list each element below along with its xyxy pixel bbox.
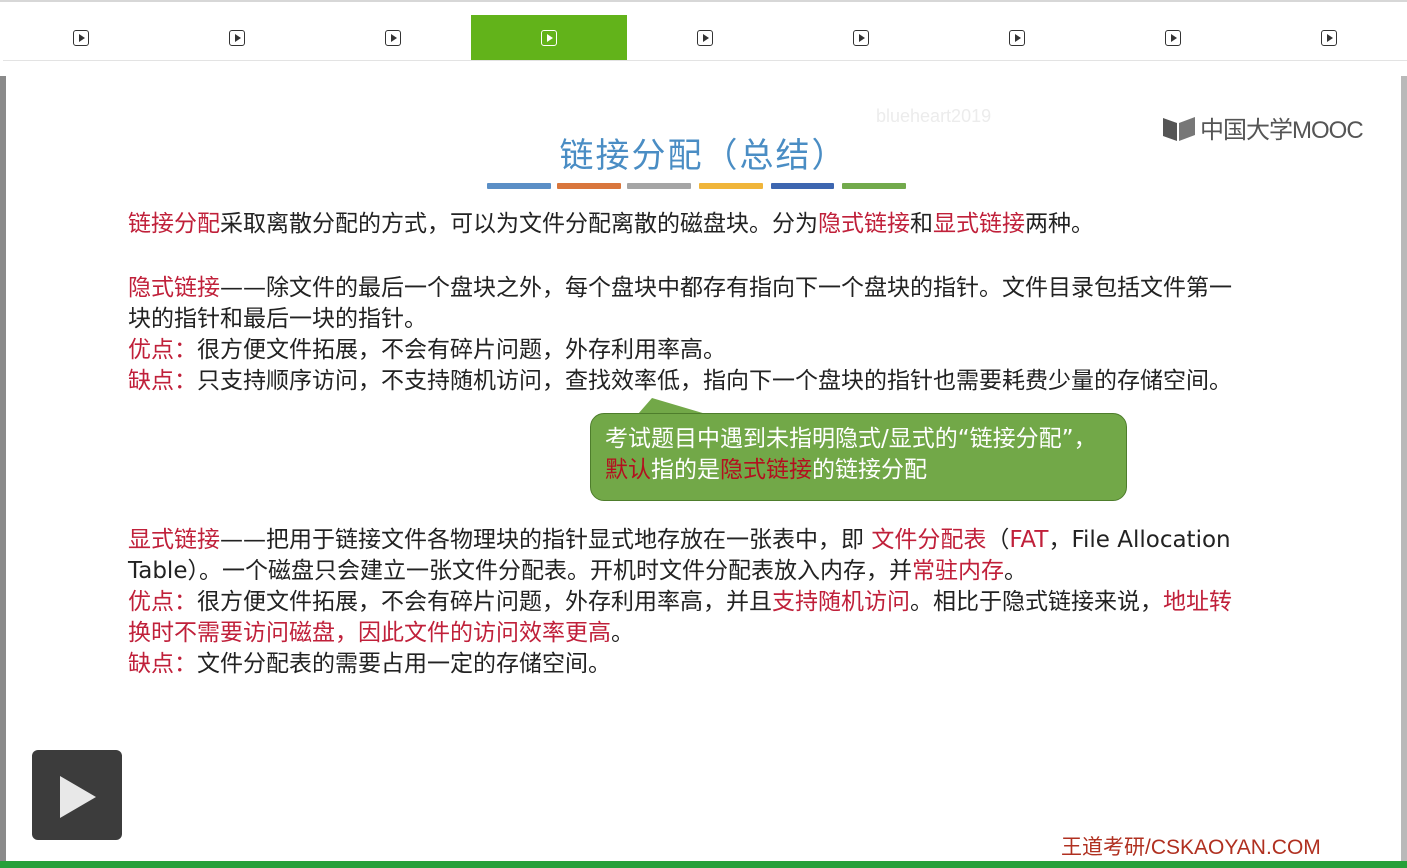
play-icon bbox=[229, 29, 245, 46]
footer-brand: 王道考研/CSKAOYAN.COM bbox=[1061, 836, 1321, 859]
play-icon bbox=[60, 776, 96, 818]
explicit-text: ——把用于链接文件各物理块的指针显式地存放在一张表中，即 bbox=[220, 527, 872, 553]
slide-title: 链接分配（总结） bbox=[559, 136, 848, 176]
pros-label: 优点： bbox=[128, 337, 197, 363]
exam-tip-callout: 考试题目中遇到未指明隐式/显式的“链接分配”， 默认指的是隐式链接的链接分配 bbox=[590, 413, 1127, 501]
term-resident-memory: 常驻内存 bbox=[911, 558, 1004, 584]
term-implicit-link: 隐式链接 bbox=[818, 211, 910, 237]
callout-text: 指的是 bbox=[651, 457, 720, 483]
pros-label: 优点： bbox=[128, 589, 197, 615]
term-fat: 文件分配表 bbox=[871, 527, 987, 553]
play-icon bbox=[1009, 29, 1025, 46]
callout-text: 考试题目中遇到未指明隐式/显式的“链接分配”， bbox=[605, 426, 1097, 452]
segment-tab-8[interactable] bbox=[1095, 15, 1251, 60]
segment-tab-6[interactable] bbox=[783, 15, 939, 60]
play-icon bbox=[853, 29, 869, 46]
intro-text: 采取离散分配的方式，可以为文件分配离散的磁盘块。分为 bbox=[220, 211, 818, 237]
play-icon bbox=[1165, 29, 1181, 46]
callout-implicit-link: 隐式链接 bbox=[720, 457, 812, 483]
video-frame-right-edge bbox=[1401, 76, 1407, 862]
segment-tab-7[interactable] bbox=[939, 15, 1095, 60]
window-top-border bbox=[0, 0, 1407, 2]
play-icon bbox=[1321, 29, 1337, 46]
term-fat-abbr: FAT bbox=[1009, 527, 1049, 553]
explicit-pros: 。 bbox=[611, 620, 634, 646]
title-underline-segment bbox=[487, 183, 551, 189]
callout-pointer bbox=[638, 398, 706, 414]
segment-tab-9[interactable] bbox=[1251, 15, 1407, 60]
callout-text: 的链接分配 bbox=[812, 457, 927, 483]
title-underline-segment bbox=[699, 183, 763, 189]
play-icon bbox=[697, 29, 713, 46]
implicit-link-section: 隐式链接——除文件的最后一个盘块之外，每个盘块中都存有指向下一个盘块的指针。文件… bbox=[128, 273, 1238, 397]
play-button[interactable] bbox=[32, 750, 122, 840]
progress-bar[interactable] bbox=[0, 861, 1407, 868]
explicit-link-heading: 显式链接 bbox=[128, 527, 220, 553]
callout-default: 默认 bbox=[605, 457, 651, 483]
lecture-slide: blueheart2019 中国大学MOOC 链接分配（总结） 链接分配采取离散… bbox=[6, 76, 1401, 861]
cons-label: 缺点： bbox=[128, 651, 197, 677]
title-underline-segment bbox=[627, 183, 691, 189]
implicit-link-heading: 隐式链接 bbox=[128, 275, 220, 301]
implicit-pros: 很方便文件拓展，不会有碎片问题，外存利用率高。 bbox=[197, 337, 726, 363]
segment-tab-3[interactable] bbox=[315, 15, 471, 60]
explicit-link-section: 显式链接——把用于链接文件各物理块的指针显式地存放在一张表中，即 文件分配表（F… bbox=[128, 525, 1238, 680]
explicit-pros: 很方便文件拓展，不会有碎片问题，外存利用率高，并且 bbox=[197, 589, 772, 615]
explicit-cons: 文件分配表的需要占用一定的存储空间。 bbox=[197, 651, 611, 677]
explicit-text: （ bbox=[986, 527, 1010, 553]
play-icon bbox=[73, 29, 89, 46]
segment-tab-1[interactable] bbox=[3, 15, 159, 60]
term-linked-allocation: 链接分配 bbox=[128, 211, 220, 237]
segment-tab-4-active[interactable] bbox=[471, 15, 627, 60]
segment-tab-2[interactable] bbox=[159, 15, 315, 60]
watermark: blueheart2019 bbox=[876, 106, 992, 126]
explicit-pros: 。相比于隐式链接来说， bbox=[910, 589, 1163, 615]
video-segment-tabbar bbox=[3, 15, 1407, 61]
explicit-text: 。 bbox=[1003, 558, 1027, 584]
cons-label: 缺点： bbox=[128, 368, 197, 394]
term-explicit-link: 显式链接 bbox=[933, 211, 1025, 237]
play-icon bbox=[541, 29, 557, 46]
title-underline-segment bbox=[557, 183, 621, 189]
title-underline-segment bbox=[771, 183, 834, 189]
segment-tab-5[interactable] bbox=[627, 15, 783, 60]
term-random-access: 支持随机访问 bbox=[772, 589, 910, 615]
intro-text: 和 bbox=[910, 211, 933, 237]
implicit-link-description: ——除文件的最后一个盘块之外，每个盘块中都存有指向下一个盘块的指针。文件目录包括… bbox=[128, 275, 1232, 332]
intro-text: 两种。 bbox=[1025, 211, 1094, 237]
implicit-cons: 只支持顺序访问，不支持随机访问，查找效率低，指向下一个盘块的指针也需要耗费少量的… bbox=[197, 368, 1232, 394]
play-icon bbox=[385, 29, 401, 46]
title-underline-segment bbox=[842, 183, 906, 189]
intro-paragraph: 链接分配采取离散分配的方式，可以为文件分配离散的磁盘块。分为隐式链接和显式链接两… bbox=[128, 209, 1238, 240]
